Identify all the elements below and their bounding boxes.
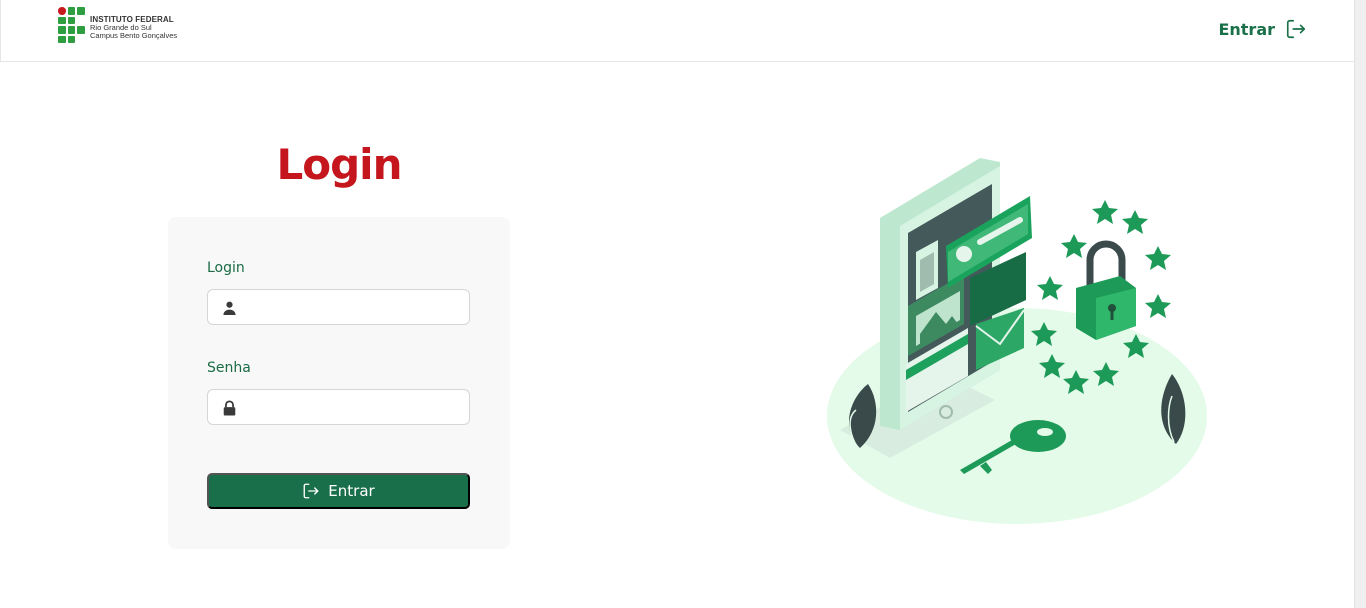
vertical-scrollbar[interactable] — [1354, 0, 1366, 608]
submit-label: Entrar — [328, 482, 375, 500]
logo-mark-icon — [58, 7, 85, 43]
secure-login-illustration — [827, 158, 1207, 524]
header-login-link[interactable]: Entrar — [1218, 18, 1307, 40]
username-label: Login — [207, 260, 245, 276]
user-icon — [223, 301, 236, 316]
password-label: Senha — [207, 360, 251, 376]
institution-logo[interactable]: INSTITUTO FEDERAL Rio Grande do Sul Camp… — [58, 7, 177, 43]
submit-button[interactable]: Entrar — [207, 473, 470, 509]
header-login-label: Entrar — [1218, 19, 1275, 39]
page: INSTITUTO FEDERAL Rio Grande do Sul Camp… — [0, 0, 1366, 608]
sign-in-icon — [1286, 19, 1306, 39]
logo-text: INSTITUTO FEDERAL Rio Grande do Sul Camp… — [90, 16, 177, 40]
password-field[interactable] — [207, 389, 470, 425]
login-card: Login Senha Entrar — [168, 217, 510, 549]
sign-in-icon — [303, 483, 319, 499]
lock-icon — [223, 400, 236, 416]
top-navbar: INSTITUTO FEDERAL Rio Grande do Sul Camp… — [0, 0, 1355, 62]
logo-line-3: Campus Bento Gonçalves — [90, 31, 178, 40]
page-title: Login — [276, 140, 403, 189]
username-field[interactable] — [207, 289, 470, 325]
